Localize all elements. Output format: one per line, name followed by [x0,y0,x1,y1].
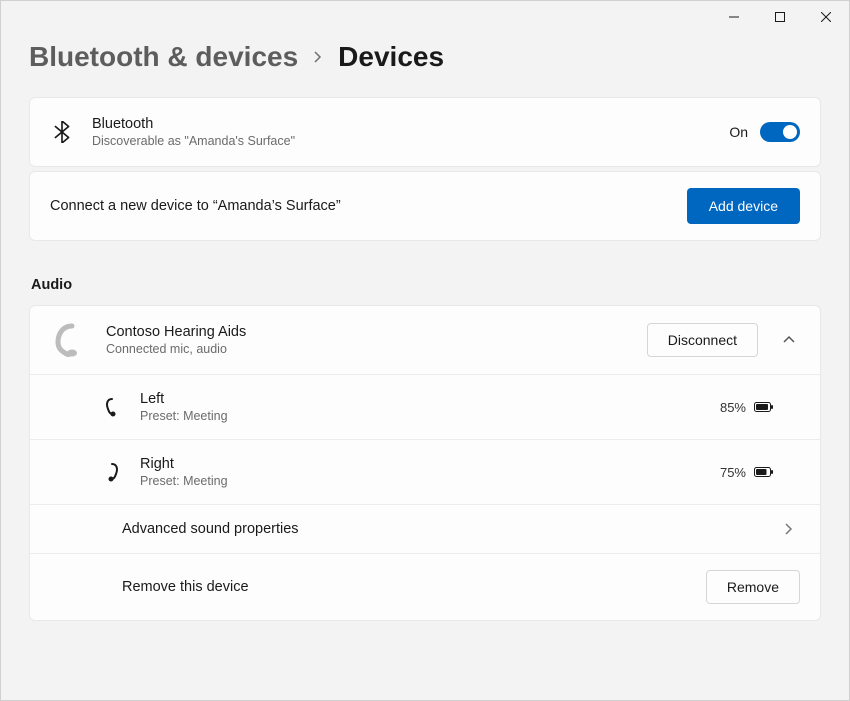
add-device-card: Connect a new device to “Amanda’s Surfac… [29,171,821,241]
add-device-button[interactable]: Add device [687,188,800,224]
close-icon [821,12,831,22]
minimize-icon [729,12,739,22]
device-header: Contoso Hearing Aids Connected mic, audi… [30,306,820,374]
battery-icon [754,401,774,413]
breadcrumb-current: Devices [338,41,444,73]
maximize-icon [775,12,785,22]
hearing-aids-icon [50,320,90,360]
device-name: Contoso Hearing Aids [106,324,631,340]
bluetooth-toggle[interactable] [760,122,800,142]
chevron-right-icon [783,523,795,535]
device-left-row: Left Preset: Meeting 85% [30,374,820,439]
bluetooth-toggle-label: On [729,124,748,140]
bluetooth-title: Bluetooth [92,116,711,132]
remove-device-label: Remove this device [122,579,688,595]
titlebar [1,1,849,33]
device-right-battery: 75% [720,465,746,480]
bluetooth-icon [50,121,74,143]
left-earbud-icon [102,397,122,417]
advanced-sound-row[interactable]: Advanced sound properties [30,504,820,553]
collapse-button[interactable] [778,334,800,346]
device-right-preset: Preset: Meeting [140,474,702,488]
minimize-button[interactable] [711,1,757,33]
connect-text: Connect a new device to “Amanda’s Surfac… [50,198,669,214]
maximize-button[interactable] [757,1,803,33]
breadcrumb-parent[interactable]: Bluetooth & devices [29,41,298,73]
device-left-battery: 85% [720,400,746,415]
advanced-sound-label: Advanced sound properties [122,521,756,537]
device-status: Connected mic, audio [106,342,631,356]
right-earbud-icon [102,462,122,482]
close-button[interactable] [803,1,849,33]
device-right-label: Right [140,456,702,472]
chevron-up-icon [783,334,795,346]
section-header-audio: Audio [31,277,821,293]
content-area: Bluetooth & devices Devices Bluetooth Di… [1,33,849,649]
disconnect-button[interactable]: Disconnect [647,323,758,357]
device-right-row: Right Preset: Meeting 75% [30,439,820,504]
settings-window: Bluetooth & devices Devices Bluetooth Di… [0,0,850,701]
toggle-knob-icon [783,125,797,139]
bluetooth-subtitle: Discoverable as "Amanda's Surface" [92,134,711,148]
battery-icon [754,466,774,478]
bluetooth-card: Bluetooth Discoverable as "Amanda's Surf… [29,97,821,167]
remove-button[interactable]: Remove [706,570,800,604]
device-left-preset: Preset: Meeting [140,409,702,423]
device-left-label: Left [140,391,702,407]
remove-device-row: Remove this device Remove [30,553,820,620]
breadcrumb: Bluetooth & devices Devices [29,41,821,73]
device-group: Contoso Hearing Aids Connected mic, audi… [29,305,821,621]
chevron-right-icon [312,47,324,68]
